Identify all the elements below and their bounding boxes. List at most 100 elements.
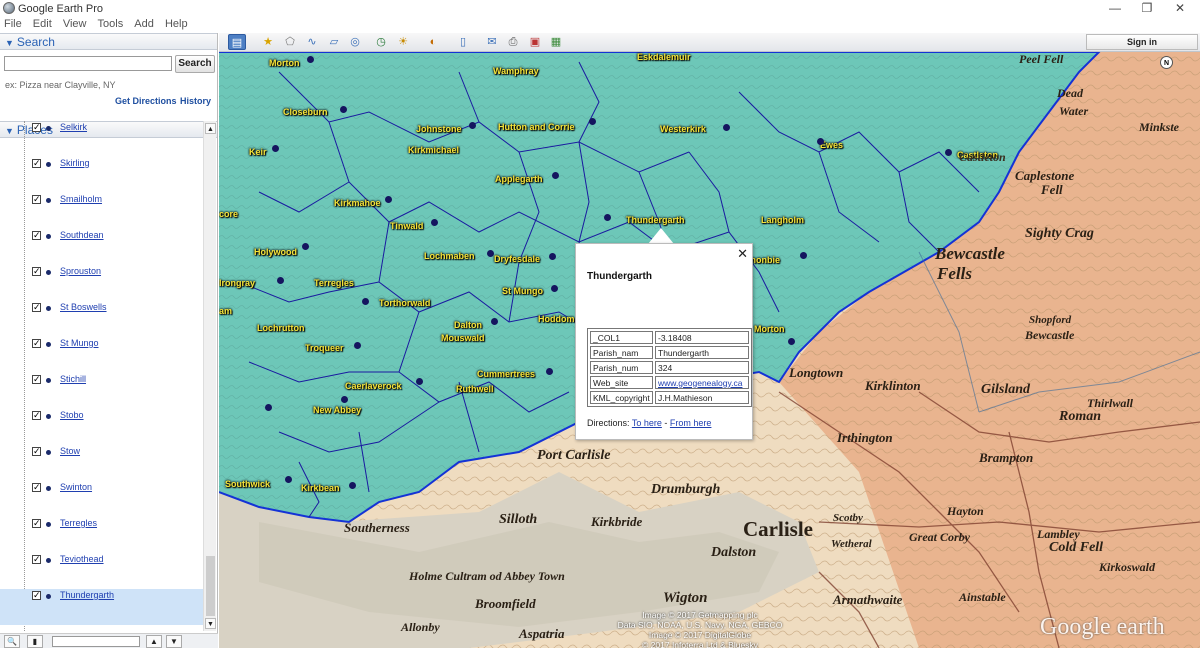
parish-marker[interactable]	[416, 378, 423, 385]
place-label[interactable]: St Mungo	[60, 338, 99, 348]
place-checkbox[interactable]: ✓	[32, 123, 41, 132]
to-here-link[interactable]: To here	[632, 418, 662, 428]
parish-label[interactable]: Morton	[754, 324, 785, 334]
place-checkbox[interactable]: ✓	[32, 195, 41, 204]
place-checkbox[interactable]: ✓	[32, 483, 41, 492]
website-link[interactable]: www.geogenealogy.ca	[658, 378, 742, 388]
parish-label[interactable]: Kirkbean	[301, 483, 340, 493]
parish-label[interactable]: core	[219, 209, 238, 219]
parish-marker[interactable]	[302, 243, 309, 250]
parish-marker[interactable]	[385, 196, 392, 203]
search-icon[interactable]: 🔍	[4, 635, 20, 648]
place-checkbox[interactable]: ✓	[32, 411, 41, 420]
close-button[interactable]: ✕	[1163, 1, 1197, 16]
menu-view[interactable]: View	[59, 17, 91, 32]
parish-label[interactable]: Langholm	[761, 215, 804, 225]
parish-label[interactable]: Troqueer	[305, 343, 344, 353]
place-checkbox[interactable]: ✓	[32, 303, 41, 312]
parish-label[interactable]: Lochrutton	[257, 323, 305, 333]
parish-label[interactable]: Southwick	[225, 479, 270, 489]
parish-label[interactable]: Wamphray	[493, 66, 539, 76]
places-list-item[interactable]: ✓ Thundergarth	[0, 589, 203, 625]
parish-marker[interactable]	[491, 318, 498, 325]
place-checkbox[interactable]: ✓	[32, 447, 41, 456]
parish-marker[interactable]	[362, 298, 369, 305]
parish-label[interactable]: Eskdalemuir	[637, 52, 691, 62]
places-list-item[interactable]: ✓ Stichill	[0, 373, 203, 409]
place-checkbox[interactable]: ✓	[32, 339, 41, 348]
sidebar-toggle-icon[interactable]: ▮	[27, 635, 43, 648]
parish-marker[interactable]	[349, 482, 356, 489]
place-label[interactable]: Skirling	[60, 158, 90, 168]
parish-marker[interactable]	[285, 476, 292, 483]
add-placemark-icon[interactable]: ★	[259, 34, 277, 50]
print-icon[interactable]: ⎙	[504, 34, 522, 50]
menu-tools[interactable]: Tools	[94, 17, 128, 32]
place-label[interactable]: Sprouston	[60, 266, 101, 276]
parish-label[interactable]: Applegarth	[495, 174, 543, 184]
places-filter-input[interactable]	[52, 636, 140, 647]
parish-label[interactable]: Morton	[269, 58, 300, 68]
parish-marker[interactable]	[551, 285, 558, 292]
minimize-button[interactable]: —	[1098, 1, 1132, 16]
parish-label[interactable]: Lochmaben	[424, 251, 475, 261]
parish-marker[interactable]	[307, 56, 314, 63]
parish-marker[interactable]	[788, 338, 795, 345]
sunlight-icon[interactable]: ☀	[394, 34, 412, 50]
parish-label[interactable]: Westerkirk	[660, 124, 706, 134]
menu-add[interactable]: Add	[130, 17, 158, 32]
parish-marker[interactable]	[817, 138, 824, 145]
place-label[interactable]: Stow	[60, 446, 80, 456]
place-checkbox[interactable]: ✓	[32, 555, 41, 564]
parish-label[interactable]: Irongray	[219, 278, 255, 288]
add-image-overlay-icon[interactable]: ▱	[325, 34, 343, 50]
places-list-item[interactable]: ✓ Selkirk	[0, 121, 203, 157]
place-label[interactable]: Smailholm	[60, 194, 102, 204]
places-list-item[interactable]: ✓ Sprouston	[0, 265, 203, 301]
parish-label[interactable]: New Abbey	[313, 405, 361, 415]
place-label[interactable]: Stichill	[60, 374, 86, 384]
menu-file[interactable]: File	[0, 17, 26, 32]
parish-label[interactable]: Johnstone	[416, 124, 462, 134]
parish-label[interactable]: Hoddom	[538, 314, 575, 324]
parish-marker[interactable]	[265, 404, 272, 411]
place-checkbox[interactable]: ✓	[32, 519, 41, 528]
parish-marker[interactable]	[431, 219, 438, 226]
places-list-item[interactable]: ✓ Skirling	[0, 157, 203, 193]
parish-marker[interactable]	[589, 118, 596, 125]
place-label[interactable]: Southdean	[60, 230, 104, 240]
menu-edit[interactable]: Edit	[29, 17, 56, 32]
place-label[interactable]: Stobo	[60, 410, 84, 420]
place-label[interactable]: Swinton	[60, 482, 92, 492]
parish-label[interactable]: Mouswald	[441, 333, 485, 343]
ruler-icon[interactable]: ▯	[454, 34, 472, 50]
scroll-thumb[interactable]	[206, 556, 215, 616]
parish-marker[interactable]	[723, 124, 730, 131]
parish-label[interactable]: St Mungo	[502, 286, 543, 296]
add-path-icon[interactable]: ∿	[303, 34, 321, 50]
sign-in-button[interactable]: Sign in	[1086, 34, 1198, 50]
places-list-item[interactable]: ✓ Southdean	[0, 229, 203, 265]
parish-marker[interactable]	[546, 368, 553, 375]
planets-icon[interactable]: ◐	[424, 34, 442, 50]
get-directions-link[interactable]: Get Directions	[115, 96, 177, 106]
menu-help[interactable]: Help	[161, 17, 192, 32]
parish-marker[interactable]	[552, 172, 559, 179]
move-up-icon[interactable]: ▲	[146, 635, 162, 648]
parish-label[interactable]: Caerlaverock	[345, 381, 402, 391]
parish-label[interactable]: Terregles	[314, 278, 354, 288]
from-here-link[interactable]: From here	[670, 418, 712, 428]
compass-icon[interactable]: N	[1160, 56, 1173, 69]
scroll-up-icon[interactable]: ▲	[205, 123, 216, 134]
parish-marker[interactable]	[604, 214, 611, 221]
parish-label[interactable]: Hutton and Corrie	[498, 122, 575, 132]
place-checkbox[interactable]: ✓	[32, 375, 41, 384]
parish-label[interactable]: Keir	[249, 147, 267, 157]
search-button[interactable]: Search	[175, 55, 215, 73]
place-label[interactable]: Selkirk	[60, 122, 87, 132]
parish-label[interactable]: Thundergarth	[626, 215, 685, 225]
parish-label[interactable]: am	[219, 306, 232, 316]
parish-marker[interactable]	[354, 342, 361, 349]
search-panel-header[interactable]: ▼ Search	[0, 33, 217, 50]
place-checkbox[interactable]: ✓	[32, 267, 41, 276]
